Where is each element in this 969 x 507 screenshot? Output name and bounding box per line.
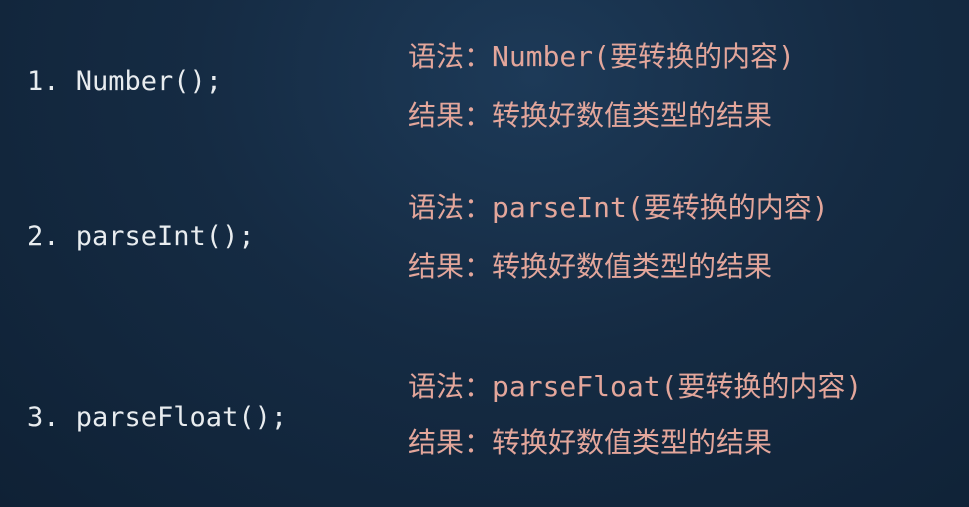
result-parsefloat: 结果：转换好数值类型的结果 (408, 426, 773, 459)
method-parseint: 2. parseInt(); (27, 221, 255, 252)
syntax-parsefloat: 语法：parseFloat(要转换的内容) (408, 370, 863, 403)
result-number: 结果：转换好数值类型的结果 (408, 99, 773, 132)
syntax-number: 语法：Number(要转换的内容) (408, 40, 795, 73)
syntax-parseint: 语法：parseInt(要转换的内容) (408, 191, 829, 224)
method-number: 1. Number(); (27, 66, 223, 97)
method-parsefloat: 3. parseFloat(); (27, 402, 288, 433)
result-parseint: 结果：转换好数值类型的结果 (408, 250, 773, 283)
